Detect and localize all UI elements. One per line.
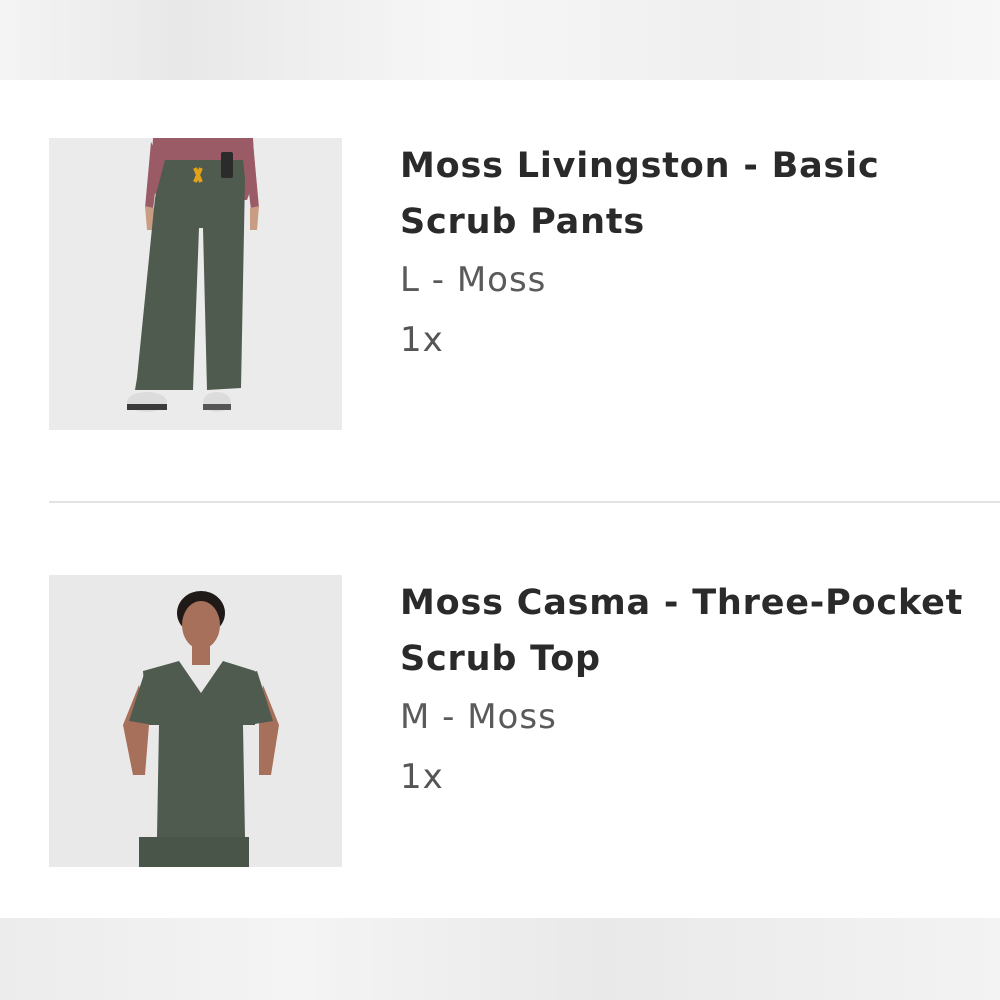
product-variant: M - Moss bbox=[400, 697, 557, 737]
product-name[interactable]: Moss Livingston - Basic Scrub Pants bbox=[400, 138, 990, 250]
item-divider bbox=[49, 501, 1000, 503]
product-image-pants[interactable] bbox=[49, 138, 342, 430]
bottom-fade bbox=[0, 918, 1000, 1000]
cart-page: Moss Livingston - Basic Scrub Pants L - … bbox=[0, 0, 1000, 1000]
top-fade bbox=[0, 0, 1000, 80]
product-quantity: 1x bbox=[400, 757, 444, 797]
pants-illustration bbox=[49, 138, 342, 430]
product-name[interactable]: Moss Casma - Three-Pocket Scrub Top bbox=[400, 575, 990, 687]
item-info: Moss Casma - Three-Pocket Scrub Top M - … bbox=[400, 575, 990, 801]
cart-item[interactable]: Moss Casma - Three-Pocket Scrub Top M - … bbox=[49, 575, 1000, 867]
product-image-top[interactable] bbox=[49, 575, 342, 867]
item-info: Moss Livingston - Basic Scrub Pants L - … bbox=[400, 138, 990, 364]
top-illustration bbox=[49, 575, 342, 867]
product-variant: L - Moss bbox=[400, 260, 547, 300]
product-quantity: 1x bbox=[400, 320, 444, 360]
cart-item[interactable]: Moss Livingston - Basic Scrub Pants L - … bbox=[49, 138, 1000, 430]
